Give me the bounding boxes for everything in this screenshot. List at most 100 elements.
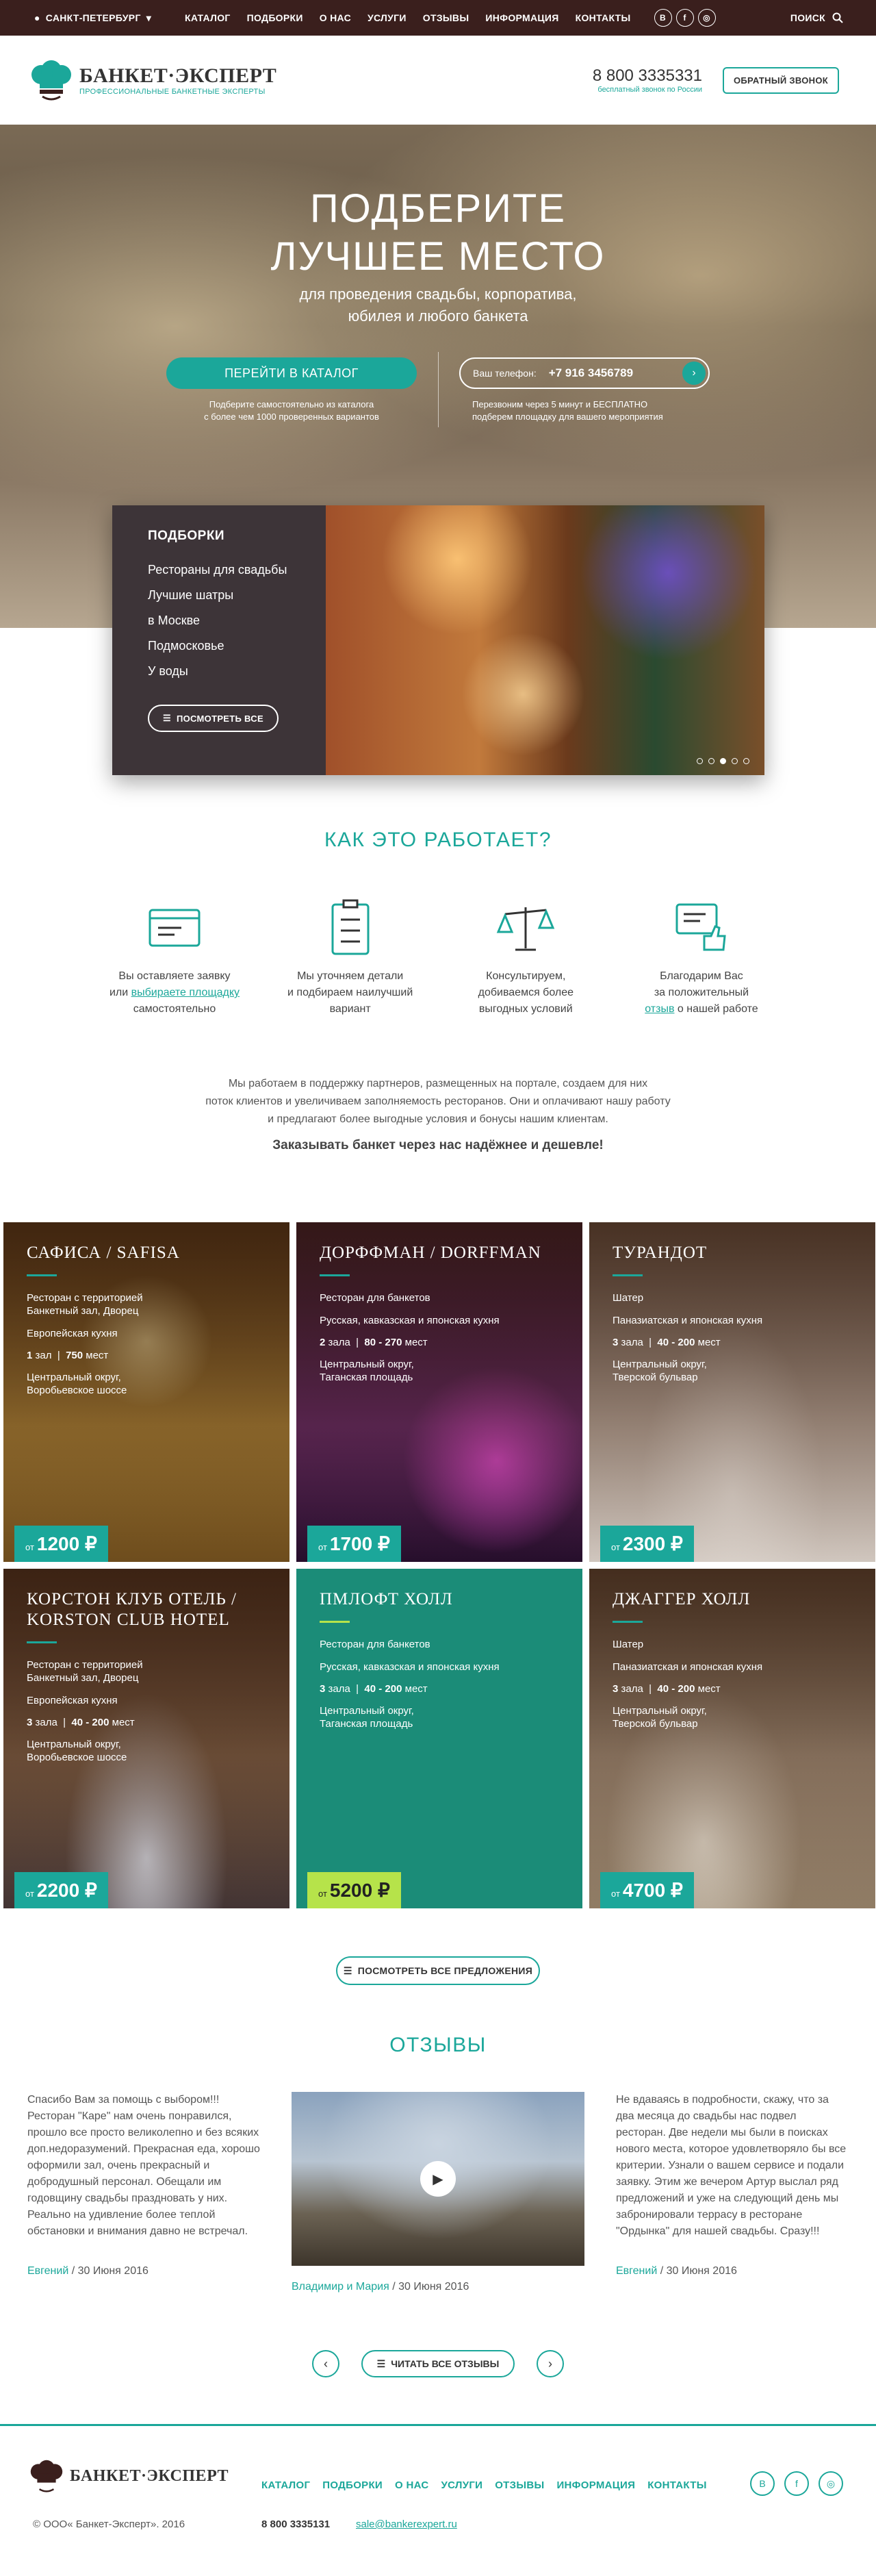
venue-info: САФИСА / SAFISA Ресторан с территорией Ба…	[3, 1222, 289, 1417]
phone-field[interactable]: Ваш телефон: +7 916 3456789 ›	[459, 357, 710, 389]
filter-icon: ☰	[376, 2358, 386, 2369]
how-it-works-steps: Вы оставляете заявку или выбираете площа…	[96, 897, 780, 1018]
venue-price: от 5200 ₽	[307, 1872, 401, 1908]
venue-name[interactable]: ДЖАГГЕР ХОЛЛ	[613, 1589, 852, 1610]
choose-venue-link[interactable]: выбираете площадку	[131, 987, 240, 998]
venue-card[interactable]: САФИСА / SAFISA Ресторан с территорией Ба…	[3, 1222, 289, 1562]
venue-halls-word: зала	[328, 1683, 350, 1695]
venue-seats: 40 - 200	[71, 1717, 110, 1728]
phone-number[interactable]: 8 800 3335331	[593, 66, 702, 86]
venue-card[interactable]: ДОРФФМАН / DORFFMAN Ресторан для банкето…	[296, 1222, 582, 1562]
venue-seats: 750	[66, 1350, 83, 1361]
venue-price: от 2200 ₽	[14, 1872, 108, 1908]
collection-item-suburbs[interactable]: Подмосковье	[148, 639, 326, 653]
venue-card[interactable]: КОРСТОН КЛУБ ОТЕЛЬ / KORSTON CLUB HOTEL …	[3, 1569, 289, 1908]
venue-name[interactable]: ТУРАНДОТ	[613, 1243, 852, 1263]
venue-halls-word: зала	[621, 1337, 643, 1348]
collections-panel: ПОДБОРКИ Рестораны для свадьбы Лучшие ша…	[112, 505, 764, 775]
collection-item-moscow[interactable]: в Москве	[148, 614, 326, 628]
submit-arrow-icon[interactable]: ›	[682, 362, 706, 385]
city-selector[interactable]: ● САНКТ-ПЕТЕРБУРГ ▾	[34, 12, 185, 24]
venue-halls: 3	[613, 1683, 619, 1695]
slider-dot[interactable]	[732, 758, 738, 764]
facebook-icon[interactable]: f	[784, 2471, 809, 2496]
video-author-name[interactable]: Владимир и Мария	[292, 2281, 389, 2293]
video-thumbnail[interactable]: ▶	[292, 2092, 584, 2266]
nav-services[interactable]: УСЛУГИ	[368, 12, 407, 23]
nav-collections[interactable]: ПОДБОРКИ	[247, 12, 303, 23]
collection-item-wedding[interactable]: Рестораны для свадьбы	[148, 563, 326, 577]
hero-subtitle-line2: юбилея и любого банкета	[348, 307, 528, 325]
venue-halls: 2	[320, 1337, 326, 1348]
venue-name[interactable]: САФИСА / SAFISA	[27, 1243, 266, 1263]
collection-slider-image[interactable]	[326, 505, 764, 775]
collections-heading: ПОДБОРКИ	[148, 529, 225, 543]
footer-phone[interactable]: 8 800 3335131	[261, 2518, 330, 2530]
header-phone: 8 800 3335331 бесплатный звонок по Росси…	[593, 66, 702, 94]
footer: БАНКЕТ·ЭКСПЕРТ КАТАЛОГ ПОДБОРКИ О НАС УС…	[0, 2424, 876, 2576]
go-to-catalog-button[interactable]: ПЕРЕЙТИ В КАТАЛОГ	[166, 357, 417, 389]
logo[interactable]: БАНКЕТ·ЭКСПЕРТ ПРОФЕССИОНАЛЬНЫЕ БАНКЕТНЫ…	[27, 60, 276, 101]
slider-dot[interactable]	[743, 758, 749, 764]
venue-location: Центральный округ, Тверской бульвар	[613, 1358, 852, 1384]
callback-button[interactable]: ОБРАТНЫЙ ЗВОНОК	[723, 66, 839, 94]
about-slogan: Заказывать банкет через нас надёжнее и д…	[272, 1138, 604, 1152]
instagram-icon[interactable]: ◎	[697, 9, 716, 27]
footer-nav-collections[interactable]: ПОДБОРКИ	[322, 2479, 383, 2491]
review-author-name[interactable]: Евгений	[27, 2265, 68, 2277]
vk-icon[interactable]: B	[654, 9, 672, 27]
venue-seats: 80 - 270	[364, 1337, 402, 1348]
venue-type-line1: Ресторан для банкетов	[320, 1292, 430, 1304]
venue-seats-word: мест	[697, 1683, 721, 1695]
footer-nav-about[interactable]: О НАС	[395, 2479, 428, 2491]
venue-price: от 1700 ₽	[307, 1526, 401, 1562]
venue-card[interactable]: ДЖАГГЕР ХОЛЛ Шатер Паназиатская и японск…	[589, 1569, 875, 1908]
venue-grid: САФИСА / SAFISA Ресторан с территорией Ба…	[3, 1222, 875, 1908]
view-all-collections-button[interactable]: ☰ ПОСМОТРЕТЬ ВСЕ	[148, 705, 279, 732]
next-arrow-icon[interactable]: ›	[537, 2350, 564, 2377]
search-icon	[832, 12, 843, 23]
footer-nav-reviews[interactable]: ОТЗЫВЫ	[495, 2479, 544, 2491]
read-all-reviews-button[interactable]: ☰ ЧИТАТЬ ВСЕ ОТЗЫВЫ	[361, 2350, 515, 2377]
nav-contacts[interactable]: КОНТАКТЫ	[576, 12, 631, 23]
slider-dot[interactable]	[708, 758, 714, 764]
venue-name[interactable]: КОРСТОН КЛУБ ОТЕЛЬ / KORSTON CLUB HOTEL	[27, 1589, 266, 1630]
footer-nav-contacts[interactable]: КОНТАКТЫ	[647, 2479, 706, 2491]
venue-type: Шатер	[613, 1291, 852, 1304]
facebook-icon[interactable]: f	[675, 9, 694, 27]
footer-nav-catalog[interactable]: КАТАЛОГ	[261, 2479, 310, 2491]
venue-card[interactable]: ТУРАНДОТ Шатер Паназиатская и японская к…	[589, 1222, 875, 1562]
collection-item-tents[interactable]: Лучшие шатры	[148, 588, 326, 603]
venue-info: ТУРАНДОТ Шатер Паназиатская и японская к…	[589, 1222, 875, 1404]
nav-catalog[interactable]: КАТАЛОГ	[185, 12, 231, 23]
search-link[interactable]: ПОИСК	[790, 12, 843, 23]
instagram-icon[interactable]: ◎	[819, 2471, 843, 2496]
venue-accent-line	[613, 1621, 643, 1623]
view-all-offers-button[interactable]: ☰ ПОСМОТРЕТЬ ВСЕ ПРЕДЛОЖЕНИЯ	[336, 1956, 540, 1985]
nav-about[interactable]: О НАС	[320, 12, 351, 23]
venue-name[interactable]: ДОРФФМАН / DORFFMAN	[320, 1243, 559, 1263]
venue-location-line1: Центральный округ,	[27, 1739, 121, 1750]
footer-nav-services[interactable]: УСЛУГИ	[441, 2479, 482, 2491]
slider-dot[interactable]	[697, 758, 703, 764]
step-1-line3: самостоятельно	[133, 1003, 216, 1015]
slider-dot-active[interactable]	[720, 758, 726, 764]
vk-icon[interactable]: B	[750, 2471, 775, 2496]
footer-email[interactable]: sale@bankerexpert.ru	[356, 2518, 457, 2530]
review-date: / 30 Июня 2016	[68, 2265, 149, 2277]
prev-arrow-icon[interactable]: ‹	[312, 2350, 339, 2377]
nav-reviews[interactable]: ОТЗЫВЫ	[423, 12, 469, 23]
venue-price: от 4700 ₽	[600, 1872, 694, 1908]
review-author-name[interactable]: Евгений	[616, 2265, 657, 2277]
step-2-line3: вариант	[329, 1003, 371, 1015]
phone-field-value[interactable]: +7 916 3456789	[549, 366, 633, 380]
review-link[interactable]: отзыв	[645, 1003, 674, 1015]
venue-card-featured[interactable]: ПМЛОФТ ХОЛЛ Ресторан для банкетов Русска…	[296, 1569, 582, 1908]
nav-info[interactable]: ИНФОРМАЦИЯ	[485, 12, 558, 23]
play-icon[interactable]: ▶	[420, 2161, 456, 2197]
venue-name[interactable]: ПМЛОФТ ХОЛЛ	[320, 1589, 559, 1610]
footer-nav-info[interactable]: ИНФОРМАЦИЯ	[556, 2479, 635, 2491]
footer-logo[interactable]: БАНКЕТ·ЭКСПЕРТ	[27, 2459, 229, 2493]
venue-capacity: 3 зала | 40 - 200 мест	[613, 1337, 721, 1348]
collection-item-water[interactable]: У воды	[148, 664, 326, 679]
